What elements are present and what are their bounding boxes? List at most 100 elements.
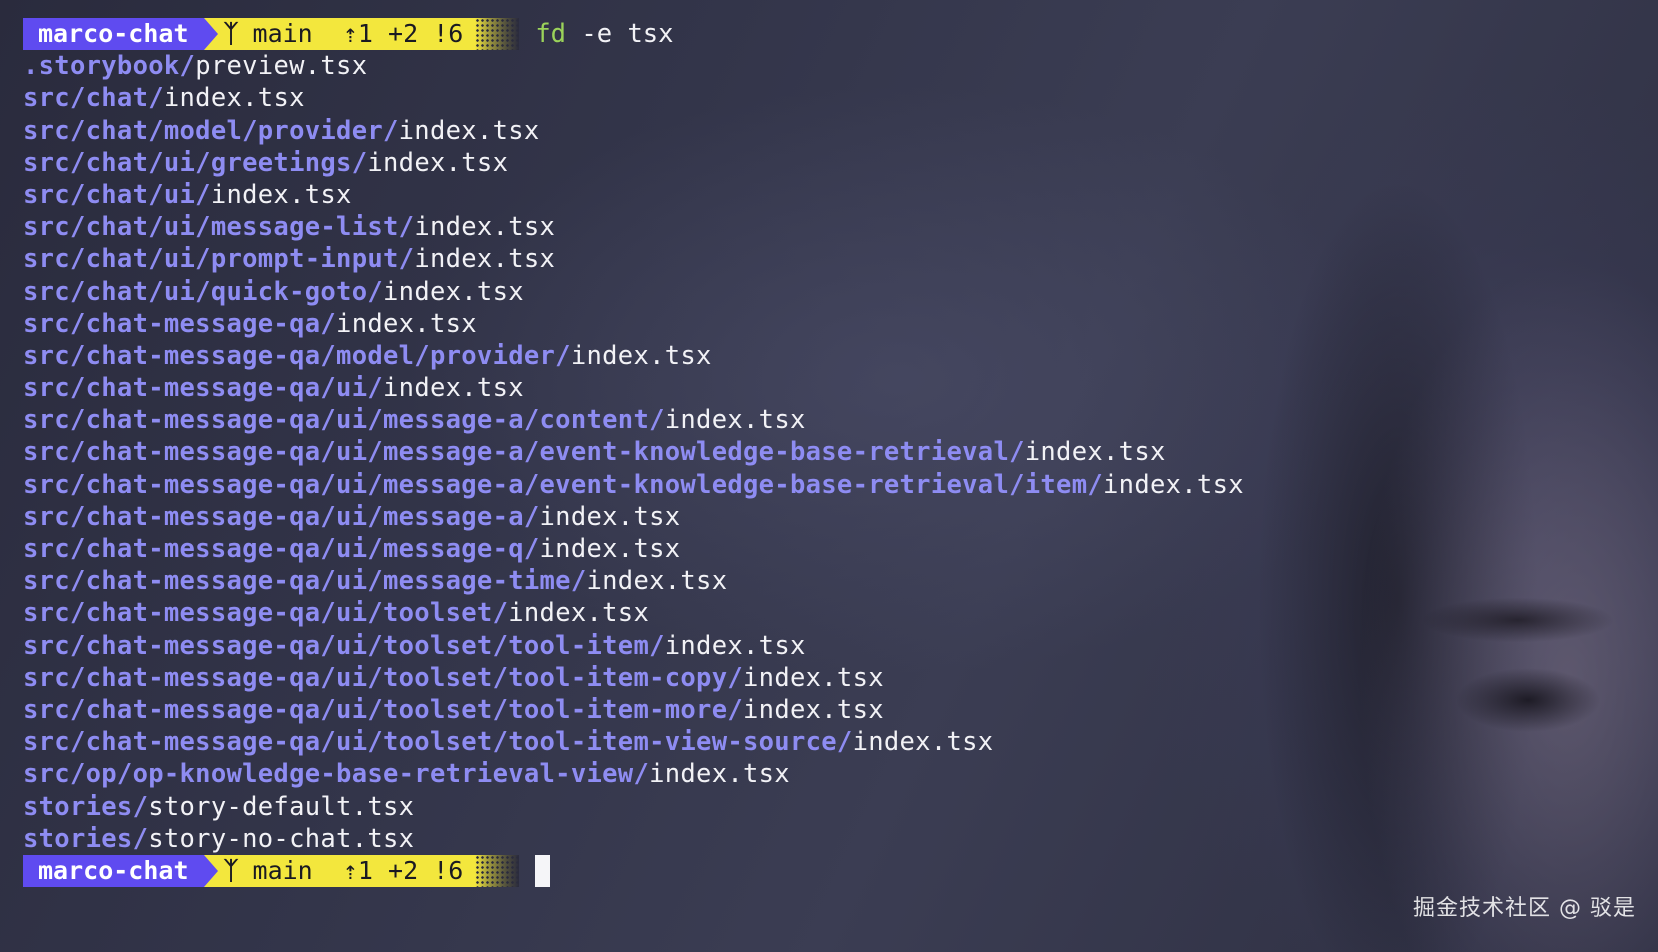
output-directory: src/chat-message-qa/ bbox=[23, 308, 337, 339]
output-filename: index.tsx bbox=[586, 566, 728, 597]
git-branch-name: main bbox=[252, 855, 313, 885]
output-line: src/chat/ui/greetings/index.tsx bbox=[23, 147, 1658, 179]
prompt-line-2[interactable]: marco-chat ᛉ main ⇡1 +2 !6 bbox=[23, 854, 1658, 887]
output-filename: index.tsx bbox=[1024, 437, 1166, 468]
output-directory: src/chat/ui/quick-goto/ bbox=[23, 276, 384, 307]
output-line: src/chat-message-qa/ui/toolset/tool-item… bbox=[23, 630, 1658, 662]
output-directory: src/chat-message-qa/ui/message-a/event-k… bbox=[23, 437, 1025, 468]
output-line: src/chat/ui/prompt-input/index.tsx bbox=[23, 243, 1658, 275]
output-line: src/chat/ui/message-list/index.tsx bbox=[23, 211, 1658, 243]
output-filename: index.tsx bbox=[367, 147, 509, 178]
output-filename: index.tsx bbox=[664, 405, 806, 436]
output-line: src/chat-message-qa/index.tsx bbox=[23, 308, 1658, 340]
terminal-output[interactable]: marco-chat ᛉ main ⇡1 +2 !6 fd -e tsx .st… bbox=[23, 18, 1658, 887]
output-line: stories/story-default.tsx bbox=[23, 791, 1658, 823]
output-directory: src/chat-message-qa/model/provider/ bbox=[23, 340, 571, 371]
output-filename: index.tsx bbox=[539, 534, 681, 564]
output-filename: index.tsx bbox=[743, 662, 884, 693]
output-filename: index.tsx bbox=[1103, 469, 1244, 500]
prompt-dither-edge bbox=[475, 854, 520, 887]
output-line: stories/story-no-chat.tsx bbox=[23, 823, 1658, 855]
output-directory: src/chat-message-qa/ui/ bbox=[23, 373, 384, 404]
output-filename: index.tsx bbox=[383, 276, 524, 307]
git-ahead-count: ⇡1 bbox=[342, 855, 373, 885]
output-line: src/chat-message-qa/ui/toolset/tool-item… bbox=[23, 662, 1658, 694]
output-directory: src/chat-message-qa/ui/toolset/ bbox=[23, 598, 509, 629]
output-directory: src/chat-message-qa/ui/toolset/tool-item… bbox=[23, 662, 744, 693]
output-line: src/chat-message-qa/model/provider/index… bbox=[23, 340, 1658, 372]
output-directory: src/op/op-knowledge-base-retrieval-view/ bbox=[23, 759, 650, 790]
output-directory: src/chat/model/provider/ bbox=[23, 115, 399, 146]
output-filename: index.tsx bbox=[163, 83, 305, 114]
output-filename: index.tsx bbox=[414, 244, 556, 275]
output-filename: index.tsx bbox=[336, 308, 477, 339]
output-line: src/chat-message-qa/ui/message-a/event-k… bbox=[23, 436, 1658, 468]
git-branch-name: main bbox=[252, 19, 313, 49]
output-directory: src/chat-message-qa/ui/message-q/ bbox=[23, 534, 540, 564]
output-line: src/chat-message-qa/ui/toolset/index.tsx bbox=[23, 597, 1658, 629]
output-line: src/chat/model/provider/index.tsx bbox=[23, 115, 1658, 147]
output-filename: index.tsx bbox=[398, 115, 540, 146]
output-line: src/op/op-knowledge-base-retrieval-view/… bbox=[23, 758, 1658, 790]
git-ahead-count: ⇡1 bbox=[342, 19, 373, 49]
output-line: src/chat-message-qa/ui/message-a/event-k… bbox=[23, 469, 1658, 501]
text-cursor[interactable] bbox=[535, 854, 551, 887]
git-modified-count: !6 bbox=[433, 855, 464, 885]
output-directory: src/chat-message-qa/ui/message-a/ bbox=[23, 501, 540, 532]
output-filename: index.tsx bbox=[414, 212, 556, 243]
command-output: .storybook/preview.tsx src/chat/index.tsx… bbox=[23, 50, 1658, 855]
prompt-git-segment: ᛉ main ⇡1 +2 !6 bbox=[217, 18, 476, 51]
output-directory: src/chat/ui/message-list/ bbox=[23, 212, 415, 243]
output-filename: index.tsx bbox=[383, 373, 524, 404]
command-name: fd bbox=[535, 19, 567, 50]
git-added-count: +2 bbox=[388, 19, 419, 49]
command-text: fd -e tsx bbox=[535, 19, 673, 49]
output-filename: index.tsx bbox=[852, 727, 994, 758]
output-directory: src/chat-message-qa/ui/toolset/tool-item… bbox=[23, 727, 853, 758]
output-directory: src/chat-message-qa/ui/toolset/tool-item… bbox=[23, 630, 665, 661]
output-filename: index.tsx bbox=[508, 598, 650, 629]
watermark: 掘金技术社区 @ 驳是 bbox=[1413, 896, 1636, 921]
output-filename: index.tsx bbox=[649, 759, 790, 790]
output-line: src/chat-message-qa/ui/message-a/index.t… bbox=[23, 501, 1658, 533]
output-line: src/chat/ui/quick-goto/index.tsx bbox=[23, 276, 1658, 308]
output-directory: src/chat-message-qa/ui/toolset/tool-item… bbox=[23, 694, 744, 725]
output-directory: src/chat-message-qa/ui/message-time/ bbox=[23, 566, 587, 597]
output-directory: src/chat/ui/greetings/ bbox=[23, 147, 368, 178]
powerline-separator-icon bbox=[203, 854, 218, 887]
prompt-git-segment: ᛉ main ⇡1 +2 !6 bbox=[217, 854, 476, 887]
output-filename: preview.tsx bbox=[195, 51, 368, 82]
output-filename: story-default.tsx bbox=[148, 791, 415, 822]
prompt-repo-segment: marco-chat bbox=[23, 18, 204, 51]
output-filename: index.tsx bbox=[539, 501, 681, 532]
powerline-separator-icon bbox=[203, 18, 218, 51]
output-filename: index.tsx bbox=[210, 179, 352, 210]
output-directory: stories/ bbox=[23, 823, 149, 854]
prompt-dither-edge bbox=[475, 18, 520, 51]
output-directory: .storybook/ bbox=[23, 51, 196, 82]
output-line: src/chat-message-qa/ui/message-time/inde… bbox=[23, 565, 1658, 597]
git-added-count: +2 bbox=[388, 855, 419, 885]
output-directory: src/chat/ui/ bbox=[23, 179, 211, 210]
git-branch-icon: ᛉ bbox=[223, 19, 239, 49]
output-line: src/chat/ui/index.tsx bbox=[23, 179, 1658, 211]
output-filename: index.tsx bbox=[743, 694, 884, 725]
output-line: src/chat-message-qa/ui/toolset/tool-item… bbox=[23, 726, 1658, 758]
output-filename: index.tsx bbox=[570, 340, 712, 371]
prompt-repo-segment: marco-chat bbox=[23, 854, 204, 887]
output-directory: src/chat/ui/prompt-input/ bbox=[23, 244, 415, 275]
git-modified-count: !6 bbox=[433, 19, 464, 49]
output-directory: src/chat/ bbox=[23, 83, 164, 114]
output-directory: src/chat-message-qa/ui/message-a/event-k… bbox=[23, 469, 1104, 500]
output-line: src/chat/index.tsx bbox=[23, 82, 1658, 114]
output-directory: stories/ bbox=[23, 791, 149, 822]
output-line: src/chat-message-qa/ui/message-q/index.t… bbox=[23, 533, 1658, 565]
command-args: -e tsx bbox=[566, 19, 674, 50]
output-line: src/chat-message-qa/ui/index.tsx bbox=[23, 372, 1658, 404]
output-filename: index.tsx bbox=[664, 630, 806, 661]
git-branch-icon: ᛉ bbox=[223, 855, 239, 885]
output-line: src/chat-message-qa/ui/message-a/content… bbox=[23, 404, 1658, 436]
output-filename: story-no-chat.tsx bbox=[148, 823, 415, 854]
output-line: src/chat-message-qa/ui/toolset/tool-item… bbox=[23, 694, 1658, 726]
output-line: .storybook/preview.tsx bbox=[23, 50, 1658, 82]
